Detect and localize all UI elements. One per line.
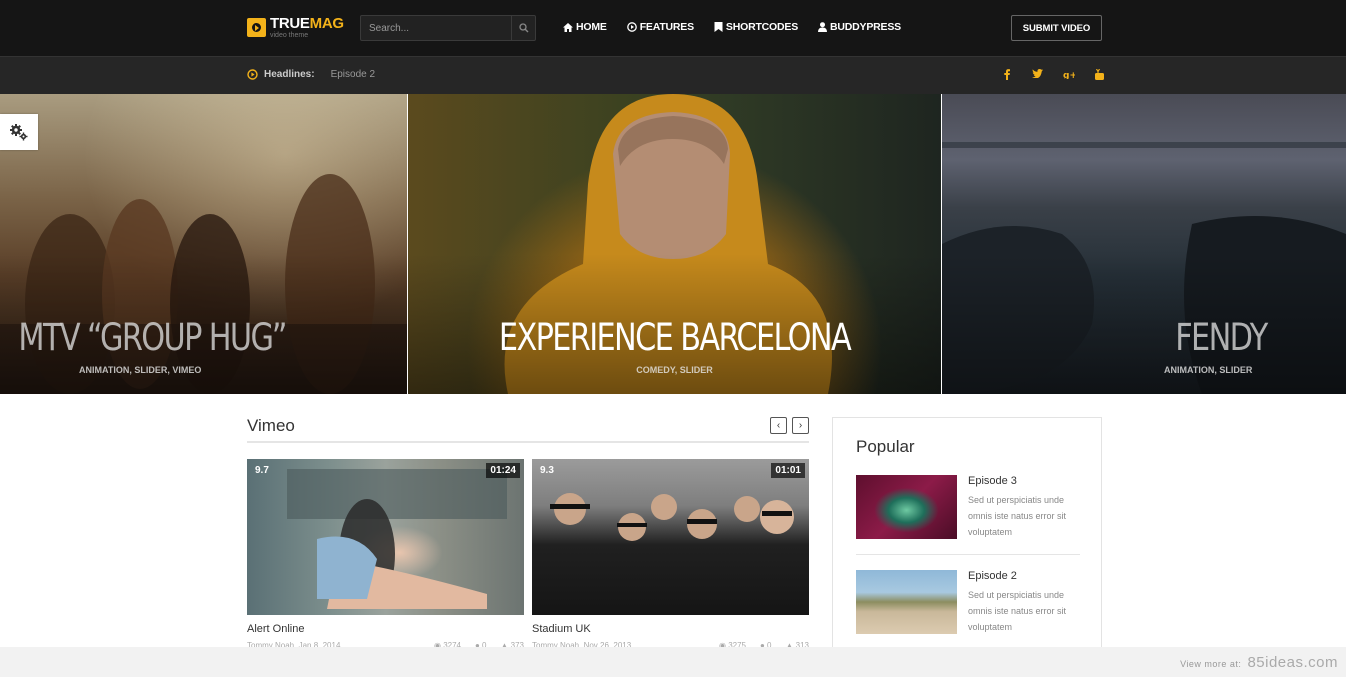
popular-widget: Popular Episode 3 Sed ut perspiciatis un… xyxy=(832,417,1102,677)
duration-badge: 01:01 xyxy=(771,463,805,478)
popular-item[interactable]: Episode 3 Sed ut perspiciatis unde omnis… xyxy=(856,475,1080,555)
popular-item-title[interactable]: Episode 2 xyxy=(968,570,1017,582)
nav-features[interactable]: FEATURES xyxy=(626,21,694,33)
chevron-left-icon: ‹ xyxy=(776,419,781,431)
slide-categories: ANIMATION, SLIDER xyxy=(1164,365,1253,375)
next-button[interactable]: › xyxy=(792,417,809,434)
logo-play-icon xyxy=(247,18,266,37)
watermark-prefix: View more at: xyxy=(1180,659,1242,669)
video-title[interactable]: Alert Online xyxy=(247,623,524,635)
play-circle-icon xyxy=(247,69,258,80)
nav-home[interactable]: HOME xyxy=(563,21,607,33)
headlines-bar: Headlines: Episode 2 g+ xyxy=(0,56,1346,94)
search-button[interactable] xyxy=(511,16,535,40)
video-thumbnail-image xyxy=(287,469,507,609)
facebook-icon[interactable] xyxy=(991,69,1022,80)
chevron-right-icon: › xyxy=(798,419,803,431)
twitter-icon[interactable] xyxy=(1022,69,1053,80)
slide-mtv-group-hug[interactable]: MTV “GROUP HUG” ANIMATION, SLIDER, VIMEO xyxy=(0,94,407,394)
search-icon xyxy=(518,23,528,33)
slide-title[interactable]: EXPERIENCE BARCELONA xyxy=(456,316,893,359)
gear-icon xyxy=(10,124,28,141)
svg-text:g+: g+ xyxy=(1063,71,1075,79)
slide-title[interactable]: FENDY xyxy=(1053,316,1268,359)
featured-slider: MTV “GROUP HUG” ANIMATION, SLIDER, VIMEO… xyxy=(0,94,1346,394)
popular-item-desc: Sed ut perspiciatis unde omnis iste natu… xyxy=(968,495,1067,537)
home-icon xyxy=(563,22,573,32)
video-card[interactable]: 9.3 01:01 Stadium UK Tommy Noah Nov 26, … xyxy=(532,459,809,650)
popular-thumbnail[interactable] xyxy=(856,570,957,634)
google-plus-icon[interactable]: g+ xyxy=(1053,69,1084,80)
slide-fendy[interactable]: FENDY ANIMATION, SLIDER xyxy=(942,94,1346,394)
headlines-ticker: Headlines: Episode 2 xyxy=(247,69,375,80)
logo-name: TRUEMAG xyxy=(270,15,344,32)
prev-button[interactable]: ‹ xyxy=(770,417,787,434)
rating-badge: 9.3 xyxy=(540,465,554,476)
video-thumbnail-image xyxy=(550,493,794,541)
slide-categories: ANIMATION, SLIDER, VIMEO xyxy=(79,365,202,375)
carousel-arrows: ‹ › xyxy=(770,417,809,434)
slide-title[interactable]: MTV “GROUP HUG” xyxy=(18,316,368,359)
rating-badge: 9.7 xyxy=(255,465,269,476)
slide-categories: COMEDY, SLIDER xyxy=(636,365,713,375)
watermark: View more at: 85ideas.com xyxy=(1180,654,1338,671)
nav-buddypress[interactable]: BUDDYPRESS xyxy=(818,21,901,33)
watermark-site: 85ideas.com xyxy=(1247,654,1338,671)
video-thumbnail[interactable]: 9.3 01:01 xyxy=(532,459,809,615)
headlines-label: Headlines: xyxy=(264,69,315,80)
nav-shortcodes[interactable]: SHORTCODES xyxy=(714,21,798,33)
play-circle-icon xyxy=(626,22,637,32)
logo-tagline: video theme xyxy=(270,32,309,39)
video-thumbnail[interactable]: 9.7 01:24 xyxy=(247,459,524,615)
popular-item-title[interactable]: Episode 3 xyxy=(968,475,1017,487)
video-card[interactable]: 9.7 01:24 Alert Online Tommy Noah Jan 8,… xyxy=(247,459,524,650)
search-input[interactable] xyxy=(361,16,511,40)
youtube-icon[interactable] xyxy=(1084,69,1115,80)
video-title[interactable]: Stadium UK xyxy=(532,623,809,635)
section-divider xyxy=(247,441,809,443)
popular-item-desc: Sed ut perspiciatis unde omnis iste natu… xyxy=(968,590,1067,632)
footer-strip: View more at: 85ideas.com xyxy=(0,647,1346,677)
user-icon xyxy=(818,22,828,32)
logo[interactable]: TRUEMAG video theme xyxy=(247,16,344,39)
slide-experience-barcelona[interactable]: EXPERIENCE BARCELONA COMEDY, SLIDER xyxy=(408,94,941,394)
social-links: g+ xyxy=(991,69,1115,80)
main-nav: HOME FEATURES SHORTCODES BUDDYPRESS xyxy=(563,21,921,33)
popular-title: Popular xyxy=(856,437,915,456)
top-bar: TRUEMAG video theme HOME FEATURES SHORTC… xyxy=(0,0,1346,56)
duration-badge: 01:24 xyxy=(486,463,520,478)
vimeo-section-title: Vimeo xyxy=(247,416,295,435)
headline-link[interactable]: Episode 2 xyxy=(331,69,375,80)
popular-thumbnail[interactable] xyxy=(856,475,957,539)
search-box xyxy=(360,15,536,41)
submit-video-button[interactable]: SUBMIT VIDEO xyxy=(1011,15,1102,41)
bookmark-icon xyxy=(714,22,723,32)
settings-toggle[interactable] xyxy=(0,114,38,150)
